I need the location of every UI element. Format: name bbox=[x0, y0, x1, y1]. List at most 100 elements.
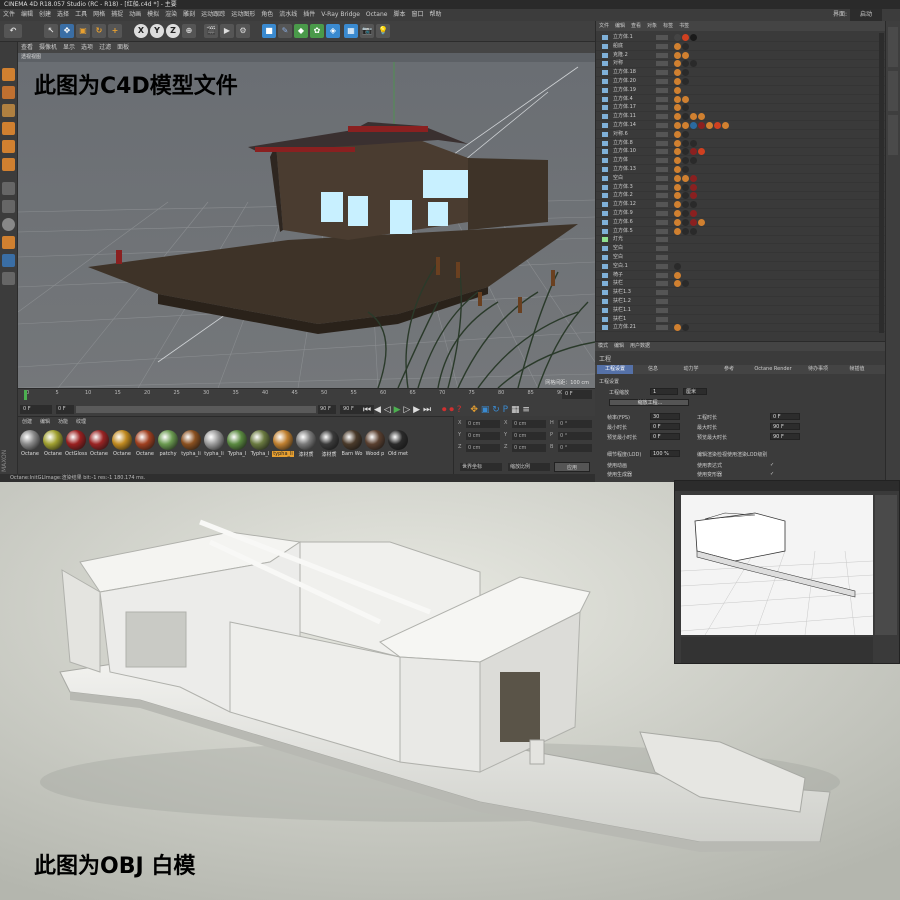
go-end-icon[interactable]: ⏭ bbox=[423, 405, 431, 415]
material-tag-icon[interactable] bbox=[682, 60, 689, 68]
visibility-flags[interactable] bbox=[656, 96, 668, 102]
attr-menu-mode[interactable]: 模式 bbox=[595, 342, 611, 351]
menu-render[interactable]: 渲染 bbox=[162, 9, 180, 21]
material-tag-icon[interactable] bbox=[674, 42, 681, 50]
subdivision-icon[interactable]: ◆ bbox=[294, 24, 308, 38]
end-frame-field[interactable]: 90 F bbox=[318, 405, 336, 414]
scale-field[interactable]: 1 bbox=[650, 388, 678, 395]
vp-menu-camera[interactable]: 摄像机 bbox=[36, 42, 60, 53]
light-icon[interactable]: 💡 bbox=[376, 24, 390, 38]
apply-button[interactable]: 应用 bbox=[554, 462, 590, 472]
material-tag-icon[interactable] bbox=[674, 262, 681, 270]
deformer-icon[interactable]: ◈ bbox=[326, 24, 340, 38]
add-icon[interactable]: + bbox=[108, 24, 122, 38]
current-frame-field[interactable]: 0 F bbox=[20, 405, 52, 414]
object-row[interactable]: 空白 bbox=[596, 253, 886, 262]
texture-mode-icon[interactable] bbox=[2, 86, 15, 99]
object-row[interactable]: 立方体.14 bbox=[596, 121, 886, 130]
material-swatch[interactable] bbox=[204, 430, 224, 450]
visibility-flags[interactable] bbox=[656, 281, 668, 287]
vp-menu-view[interactable]: 查看 bbox=[18, 42, 36, 53]
visibility-flags[interactable] bbox=[656, 246, 668, 252]
object-row[interactable]: 立方体.9 bbox=[596, 209, 886, 218]
cursor-icon[interactable]: ↖ bbox=[44, 24, 58, 38]
material-swatch[interactable] bbox=[66, 430, 86, 450]
field-value[interactable]: 30 bbox=[650, 413, 680, 420]
material-swatch[interactable] bbox=[319, 430, 339, 450]
material-swatch[interactable] bbox=[135, 430, 155, 450]
material-swatch[interactable] bbox=[296, 430, 316, 450]
material-swatch[interactable] bbox=[43, 430, 63, 450]
timeline[interactable]: 0 5 10 15 20 25 30 35 40 45 50 55 60 65 70 75 80 85 90 0 F… bbox=[18, 388, 595, 416]
material-tag-icon[interactable] bbox=[682, 95, 689, 103]
coord-mode-dropdown[interactable]: 世界坐标 bbox=[460, 463, 502, 471]
start-frame-field[interactable]: 0 F bbox=[56, 405, 74, 414]
material-tag-icon[interactable] bbox=[698, 218, 705, 226]
object-row[interactable]: 扶栏1 bbox=[596, 315, 886, 324]
coord-field[interactable]: 0 cm bbox=[466, 420, 500, 428]
magnet-icon[interactable] bbox=[2, 236, 15, 249]
material-tag-icon[interactable] bbox=[690, 148, 697, 156]
object-row[interactable]: 立方体.21 bbox=[596, 323, 886, 333]
visibility-flags[interactable] bbox=[656, 202, 668, 208]
material-swatch[interactable] bbox=[342, 430, 362, 450]
object-row[interactable]: 立方体.20 bbox=[596, 77, 886, 86]
menu-snap[interactable]: 捕捉 bbox=[108, 9, 126, 21]
lod-field[interactable]: 100 % bbox=[650, 450, 680, 457]
material-tag-icon[interactable] bbox=[682, 148, 689, 156]
autokey-icon[interactable]: ⏺ bbox=[449, 405, 454, 415]
material-tag-icon[interactable] bbox=[682, 227, 689, 235]
visibility-flags[interactable] bbox=[656, 105, 668, 111]
menu-motion-tracking[interactable]: 运动跟踪 bbox=[198, 9, 228, 21]
material-tag-icon[interactable] bbox=[674, 192, 681, 200]
go-start-icon[interactable]: ⏮ bbox=[363, 405, 371, 415]
menu-tools[interactable]: 工具 bbox=[72, 9, 90, 21]
material-tag-icon[interactable] bbox=[714, 122, 721, 129]
visibility-flags[interactable] bbox=[656, 255, 668, 260]
visibility-flags[interactable] bbox=[656, 211, 668, 216]
menu-edit[interactable]: 编辑 bbox=[18, 9, 36, 21]
attribute-tab[interactable]: 帧插值 bbox=[839, 365, 875, 374]
cube-icon[interactable]: ■ bbox=[262, 24, 276, 38]
vp-menu-display[interactable]: 显示 bbox=[60, 42, 78, 53]
rotate-icon[interactable]: ↻ bbox=[92, 24, 106, 38]
om-menu-tags[interactable]: 标签 bbox=[660, 21, 676, 31]
scale-icon[interactable]: ▣ bbox=[76, 24, 90, 38]
material-tag-icon[interactable] bbox=[674, 122, 681, 129]
object-row[interactable]: 扶栏 bbox=[596, 279, 886, 289]
material-tag-icon[interactable] bbox=[690, 139, 697, 147]
render-settings-icon[interactable]: ⚙ bbox=[236, 24, 250, 38]
checkbox-checked-icon[interactable]: ✓ bbox=[770, 462, 774, 468]
camera-icon[interactable]: 📷 bbox=[360, 24, 374, 38]
om-menu-view[interactable]: 查看 bbox=[628, 21, 644, 31]
material-tag-icon[interactable] bbox=[690, 192, 697, 200]
menu-octane[interactable]: Octane bbox=[363, 9, 391, 21]
coord-field[interactable]: 0 cm bbox=[512, 444, 546, 452]
prev-key-icon[interactable]: ◀ bbox=[374, 405, 381, 415]
menu-mograph[interactable]: 运动图形 bbox=[228, 9, 258, 21]
material-tag-icon[interactable] bbox=[674, 271, 681, 279]
material-tag-icon[interactable] bbox=[674, 60, 681, 68]
material-tag-icon[interactable] bbox=[674, 51, 681, 59]
object-row[interactable]: 立方体.12 bbox=[596, 200, 886, 210]
floor-icon[interactable]: ▦ bbox=[344, 24, 358, 38]
object-row[interactable]: 立方体 bbox=[596, 156, 886, 166]
material-swatch[interactable] bbox=[181, 430, 201, 450]
next-key-icon[interactable]: ▶ bbox=[413, 405, 420, 415]
object-row[interactable]: 立方体.10 bbox=[596, 147, 886, 157]
object-row[interactable]: 空白 bbox=[596, 174, 886, 183]
content-browser-tab[interactable] bbox=[888, 71, 898, 111]
snap-icon[interactable] bbox=[2, 218, 15, 231]
object-row[interactable]: 扶栏1.3 bbox=[596, 288, 886, 298]
range-slider[interactable] bbox=[76, 406, 316, 413]
visibility-flags[interactable] bbox=[656, 131, 668, 137]
object-row[interactable]: 克隆.2 bbox=[596, 51, 886, 60]
objects-tab[interactable] bbox=[888, 27, 898, 67]
workplane-icon[interactable] bbox=[2, 104, 15, 117]
material-tag-icon[interactable] bbox=[674, 227, 681, 235]
object-row[interactable]: 空白 bbox=[596, 244, 886, 254]
om-menu-file[interactable]: 文件 bbox=[596, 21, 612, 31]
menu-mesh[interactable]: 网格 bbox=[90, 9, 108, 21]
visibility-flags[interactable] bbox=[656, 52, 668, 58]
visibility-flags[interactable] bbox=[656, 158, 668, 164]
